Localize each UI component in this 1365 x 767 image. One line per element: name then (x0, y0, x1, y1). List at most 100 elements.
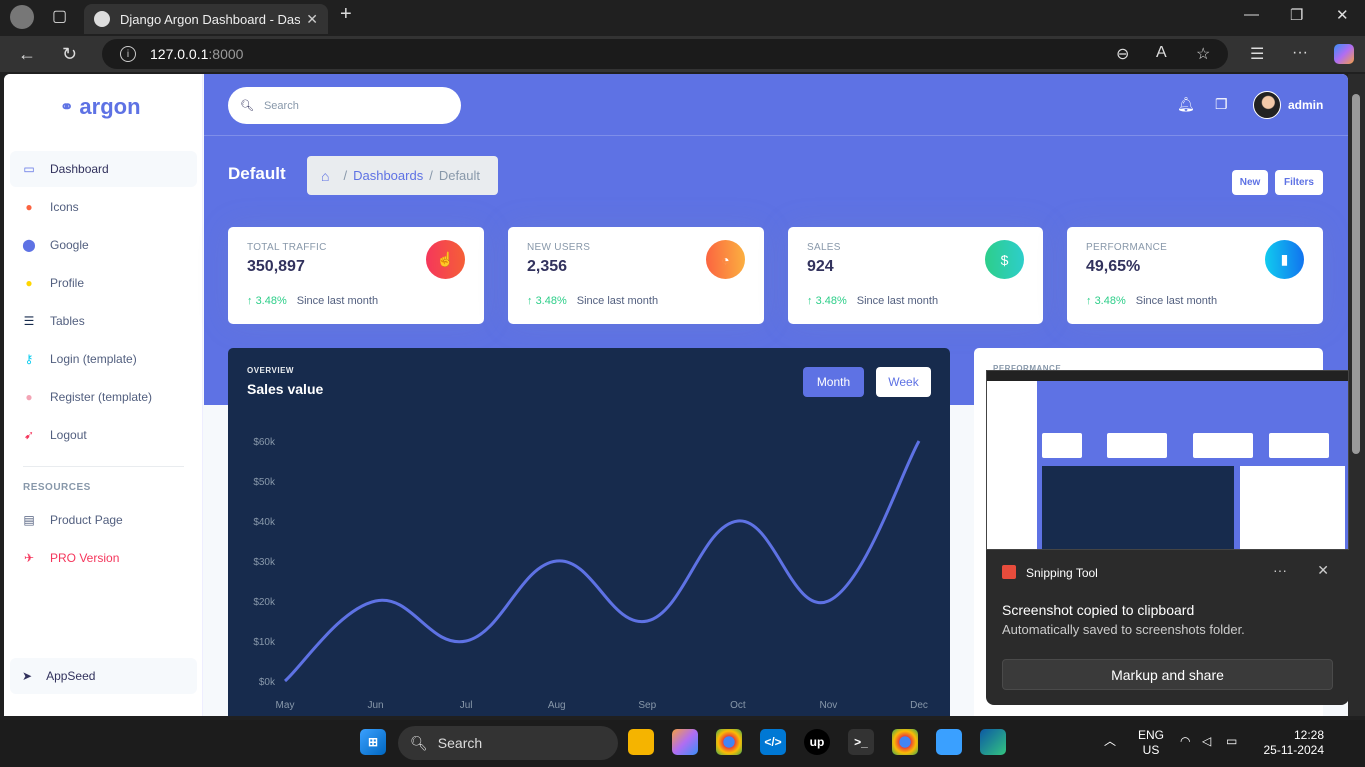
x-tick-label: Aug (548, 700, 566, 711)
argon-logo-icon: ⚭ (60, 99, 74, 116)
x-tick-label: Nov (820, 700, 838, 711)
x-tick-label: Oct (730, 700, 746, 711)
filters-button[interactable]: Filters (1275, 170, 1323, 195)
sidebar-item-label: PRO Version (50, 551, 120, 565)
copilot-icon[interactable] (1334, 44, 1354, 64)
close-window-icon[interactable]: ✕ (1336, 6, 1349, 24)
chrome-icon[interactable] (716, 729, 742, 755)
y-tick-label: $50k (253, 477, 276, 488)
sidebar-item-logout[interactable]: ➹ Logout (10, 417, 197, 453)
start-icon[interactable]: ⊞ (360, 729, 386, 755)
argon-logo[interactable]: ⚭ argon (60, 94, 141, 120)
stat-change: ↑ 3.48% (527, 295, 567, 307)
sales-chart-card: OVERVIEW Sales value Month Week $0k $10k $… (228, 348, 950, 716)
sidebar-item-google[interactable]: ⬤ Google (10, 227, 197, 263)
sidebar-item-dashboard[interactable]: ▭ Dashboard (10, 151, 197, 187)
avatar[interactable] (1253, 91, 1281, 119)
upwork-icon[interactable]: up (804, 729, 830, 755)
sidebar-item-label: Google (50, 238, 89, 252)
breadcrumb-separator: / (343, 168, 348, 183)
page-scrollbar[interactable] (1348, 74, 1365, 716)
stat-footer: ↑ 3.48% Since last month (527, 295, 658, 307)
sidebar-item-icons[interactable]: ● Icons (10, 189, 197, 225)
home-icon[interactable]: ⌂ (321, 168, 329, 184)
stat-card-traffic: TOTAL TRAFFIC 350,897 ☝ ↑ 3.48% Since las… (228, 227, 484, 324)
pointer-icon: ☝ (426, 240, 465, 279)
breadcrumb-separator: / (429, 168, 433, 183)
site-info-icon[interactable]: i (120, 46, 136, 62)
sales-series-line (284, 440, 921, 683)
bell-icon[interactable]: 🔔︎ (1177, 96, 1195, 113)
stat-card-sales: SALES 924 $ ↑ 3.48% Since last month (788, 227, 1043, 324)
browser-tab[interactable]: Django Argon Dashboard - Dashb ✕ (84, 4, 328, 34)
y-tick-label: $60k (253, 437, 276, 448)
sales-line-chart: $0k $10k $20k $30k $40k $50k $60k May Jun Jul Aug S… (253, 437, 928, 711)
run-icon: ➹ (23, 428, 35, 442)
bullet-list-icon: ☰ (23, 314, 35, 328)
profile-icon[interactable] (10, 5, 34, 29)
sidebar-item-label: Dashboard (50, 162, 109, 176)
sidebar-item-login[interactable]: ⚷ Login (template) (10, 341, 197, 377)
y-tick-label: $30k (253, 557, 276, 568)
new-tab-icon[interactable]: + (340, 3, 352, 26)
back-icon[interactable]: ← (18, 44, 36, 65)
stat-change: ↑ 3.48% (1086, 295, 1126, 307)
sidebar-item-product-page[interactable]: ▤ Product Page (10, 502, 197, 538)
tab-actions-icon[interactable]: ▢ (52, 6, 67, 26)
terminal-icon[interactable]: >_ (848, 729, 874, 755)
scrollbar-thumb[interactable] (1352, 94, 1360, 454)
taskbar-search[interactable]: 🔍︎ Search (398, 726, 618, 760)
search-input[interactable]: 🔍︎ Search (228, 87, 461, 124)
chevron-up-icon[interactable]: ︿ (1104, 734, 1116, 749)
search-icon: 🔍︎ (240, 100, 254, 112)
chrome-profile-icon[interactable] (892, 729, 918, 755)
toast-app-name: Snipping Tool (1026, 566, 1098, 580)
breadcrumb-dashboards[interactable]: Dashboards (353, 168, 423, 183)
refresh-icon[interactable]: ↻ (62, 44, 77, 65)
language-indicator[interactable]: ENG US (1138, 728, 1164, 758)
sidebar-item-label: Profile (50, 276, 85, 290)
sidebar-item-profile[interactable]: ● Profile (10, 265, 197, 301)
appseed-link[interactable]: ➤ AppSeed (10, 658, 197, 694)
copilot-app-icon[interactable] (672, 729, 698, 755)
url-field[interactable]: i 127.0.0.1:8000 (102, 39, 1228, 69)
minimize-icon[interactable]: — (1244, 6, 1259, 23)
markup-and-share-button[interactable]: Markup and share (1002, 659, 1333, 690)
maximize-icon[interactable]: ❐ (1290, 6, 1303, 24)
close-icon[interactable]: ✕ (1317, 562, 1329, 579)
breadcrumb-current: Default (438, 168, 481, 183)
new-button[interactable]: New (1232, 170, 1268, 195)
stat-value: 924 (807, 258, 834, 275)
date-label: 25-11-2024 (1263, 743, 1325, 757)
clock[interactable]: 12:28 25-11-2024 (1260, 728, 1325, 758)
user-name[interactable]: admin (1288, 98, 1323, 112)
sidebar-item-pro-version[interactable]: ✈ PRO Version (10, 540, 197, 576)
edge-icon[interactable] (980, 729, 1006, 755)
screenshot-thumbnail[interactable] (986, 370, 1349, 550)
archive-icon: ▤ (23, 513, 35, 527)
favorite-star-icon[interactable]: ☆ (1196, 44, 1210, 64)
shortcuts-icon[interactable]: ❐ (1215, 96, 1228, 113)
stat-label: SALES (807, 242, 841, 253)
x-tick-label: Sep (638, 700, 656, 711)
more-menu-icon[interactable]: ··· (1292, 44, 1308, 62)
volume-icon[interactable]: ◁ (1202, 734, 1211, 749)
sidebar-item-register[interactable]: ● Register (template) (10, 379, 197, 415)
logo-text: argon (79, 94, 141, 119)
wifi-icon[interactable]: ◠ (1180, 734, 1190, 749)
y-tick-label: $40k (253, 517, 276, 528)
snipping-tool-icon (1002, 565, 1016, 579)
battery-icon[interactable]: ▭ (1226, 734, 1237, 749)
read-aloud-icon[interactable]: A (1156, 44, 1167, 62)
favorites-icon[interactable]: ☰ (1250, 44, 1264, 64)
sidebar-item-tables[interactable]: ☰ Tables (10, 303, 197, 339)
file-explorer-icon[interactable] (628, 729, 654, 755)
stat-label: NEW USERS (527, 242, 591, 253)
stat-card-users: NEW USERS 2,356 ◔ ↑ 3.48% Since last mont… (508, 227, 764, 324)
more-options-icon[interactable]: ··· (1273, 562, 1287, 578)
zoom-icon[interactable]: ⊖ (1116, 44, 1129, 64)
notepad-icon[interactable] (936, 729, 962, 755)
vscode-icon[interactable]: </> (760, 729, 786, 755)
pin-icon: ⬤ (22, 238, 36, 252)
close-tab-icon[interactable]: ✕ (306, 11, 318, 28)
